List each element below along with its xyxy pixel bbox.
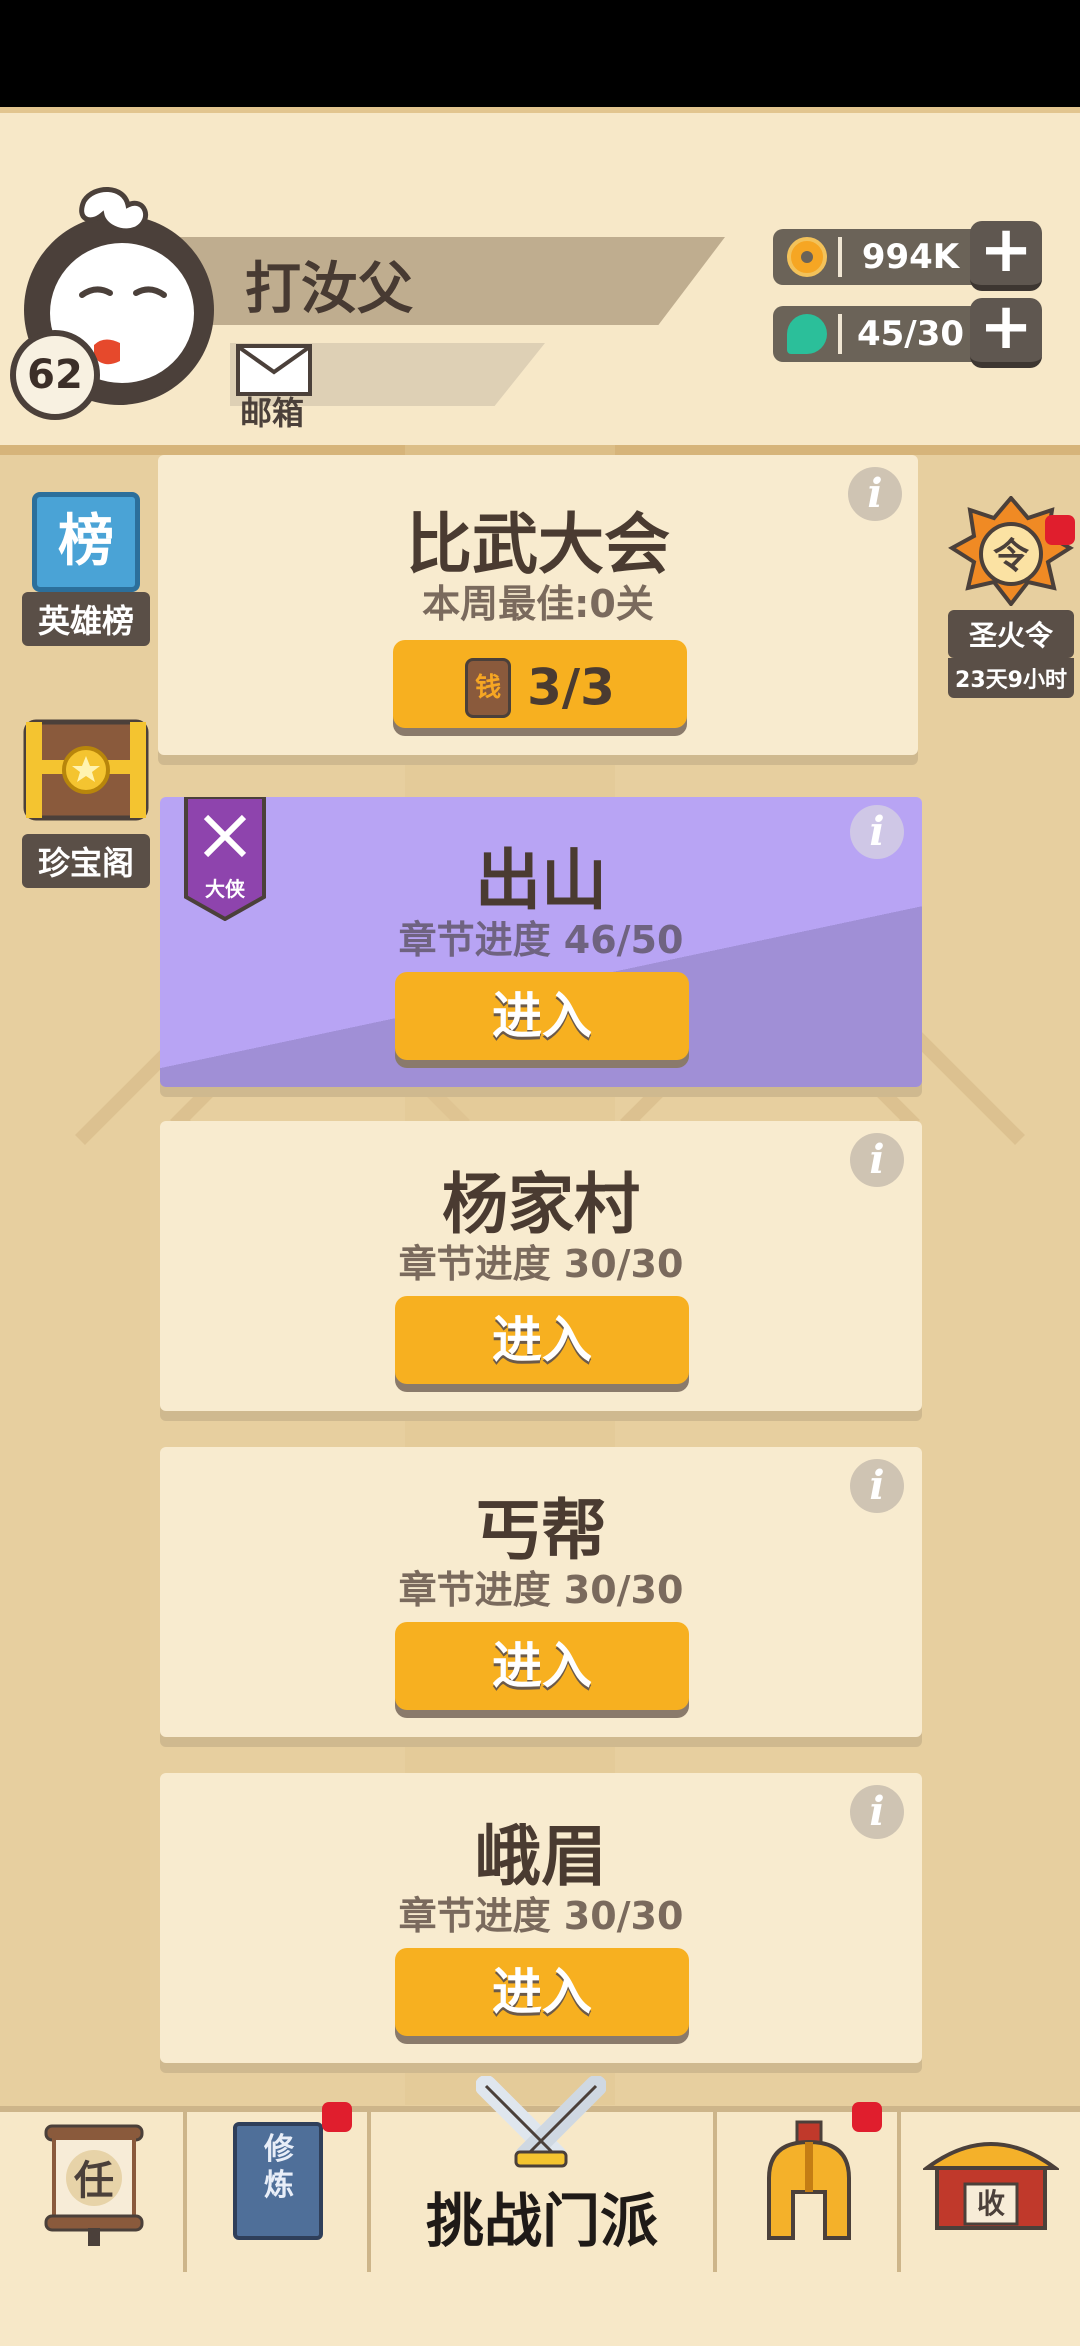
ticket-count: 3/3 <box>527 658 615 717</box>
gem-currency: 45/30 + <box>773 295 1042 368</box>
book-glyph: 修炼 <box>264 2132 294 2203</box>
coin-icon <box>787 237 827 277</box>
hero-ranking-label: 英雄榜 <box>22 592 150 646</box>
enter-button[interactable]: 进入 <box>395 1622 689 1710</box>
chushan-card[interactable]: 大侠 i 出山 章节进度 46/50 进入 <box>160 795 922 1087</box>
helmet-icon <box>767 2120 851 2240</box>
notification-dot <box>852 2102 882 2132</box>
tournament-ticket-button[interactable]: 钱 3/3 <box>393 640 687 728</box>
gold-currency: 994K + <box>773 218 1042 291</box>
ranking-banner-icon: 榜 <box>32 492 140 592</box>
gem-amount: 45/30 <box>856 314 965 354</box>
nav-collect[interactable]: 收 <box>901 2112 1080 2272</box>
card-subtitle: 本周最佳:0关 <box>422 582 654 626</box>
holy-fire-timer: 23天9小时 <box>948 658 1074 698</box>
nav-tasks[interactable]: 任 <box>0 2112 187 2272</box>
treasure-pavilion-label: 珍宝阁 <box>22 834 150 888</box>
enter-button[interactable]: 进入 <box>395 1296 689 1384</box>
collect-glyph: 收 <box>976 2187 1005 2220</box>
gem-icon <box>787 314 827 354</box>
book-icon: 修炼 <box>233 2122 323 2240</box>
mail-label: 邮箱 <box>240 394 305 432</box>
notification-dot <box>322 2102 352 2132</box>
token-glyph: 令 <box>993 536 1030 577</box>
holy-fire-order-label: 圣火令 <box>948 610 1074 658</box>
ticket-icon: 钱 <box>465 657 512 718</box>
status-bar <box>0 0 1080 107</box>
card-subtitle: 章节进度 46/50 <box>398 918 684 962</box>
card-subtitle: 章节进度 30/30 <box>398 1568 684 1612</box>
challenge-sect-label: 挑战门派 <box>425 2187 658 2255</box>
notification-dot <box>1045 515 1075 545</box>
card-subtitle: 章节进度 30/30 <box>398 1894 684 1938</box>
hero-ranking-button[interactable]: 榜 英雄榜 <box>22 492 150 646</box>
add-gold-button[interactable]: + <box>970 218 1042 291</box>
enter-button[interactable]: 进入 <box>395 972 689 1060</box>
tournament-card[interactable]: i 比武大会 本周最佳:0关 钱 3/3 <box>158 455 918 755</box>
gaibang-card[interactable]: i 丐帮 章节进度 30/30 进入 <box>160 1447 922 1737</box>
gold-amount: 994K <box>861 237 960 277</box>
yangjiacun-card[interactable]: i 杨家村 章节进度 30/30 进入 <box>160 1121 922 1411</box>
treasure-chest-icon <box>23 719 149 821</box>
flame-token-icon: 令 <box>948 494 1074 608</box>
nav-equipment[interactable] <box>717 2102 901 2272</box>
card-subtitle: 章节进度 30/30 <box>398 1242 684 1286</box>
crossed-swords-icon <box>476 2076 606 2168</box>
separator <box>838 237 842 277</box>
player-name: 打汝父 <box>245 257 413 322</box>
nav-cultivate[interactable]: 修炼 <box>187 2102 371 2272</box>
treasure-pavilion-button[interactable]: 珍宝阁 <box>22 712 150 888</box>
bottom-navigation: 任 修炼 挑战门派 收 <box>0 2076 1080 2346</box>
task-glyph: 任 <box>74 2158 114 2204</box>
emei-card[interactable]: i 峨眉 章节进度 30/30 进入 <box>160 1773 922 2063</box>
add-gem-button[interactable]: + <box>970 295 1042 368</box>
separator <box>838 314 842 354</box>
enter-button[interactable]: 进入 <box>395 1948 689 2036</box>
nav-challenge-sect[interactable]: 挑战门派 <box>371 2076 717 2272</box>
level-badge: 62 <box>10 330 100 420</box>
